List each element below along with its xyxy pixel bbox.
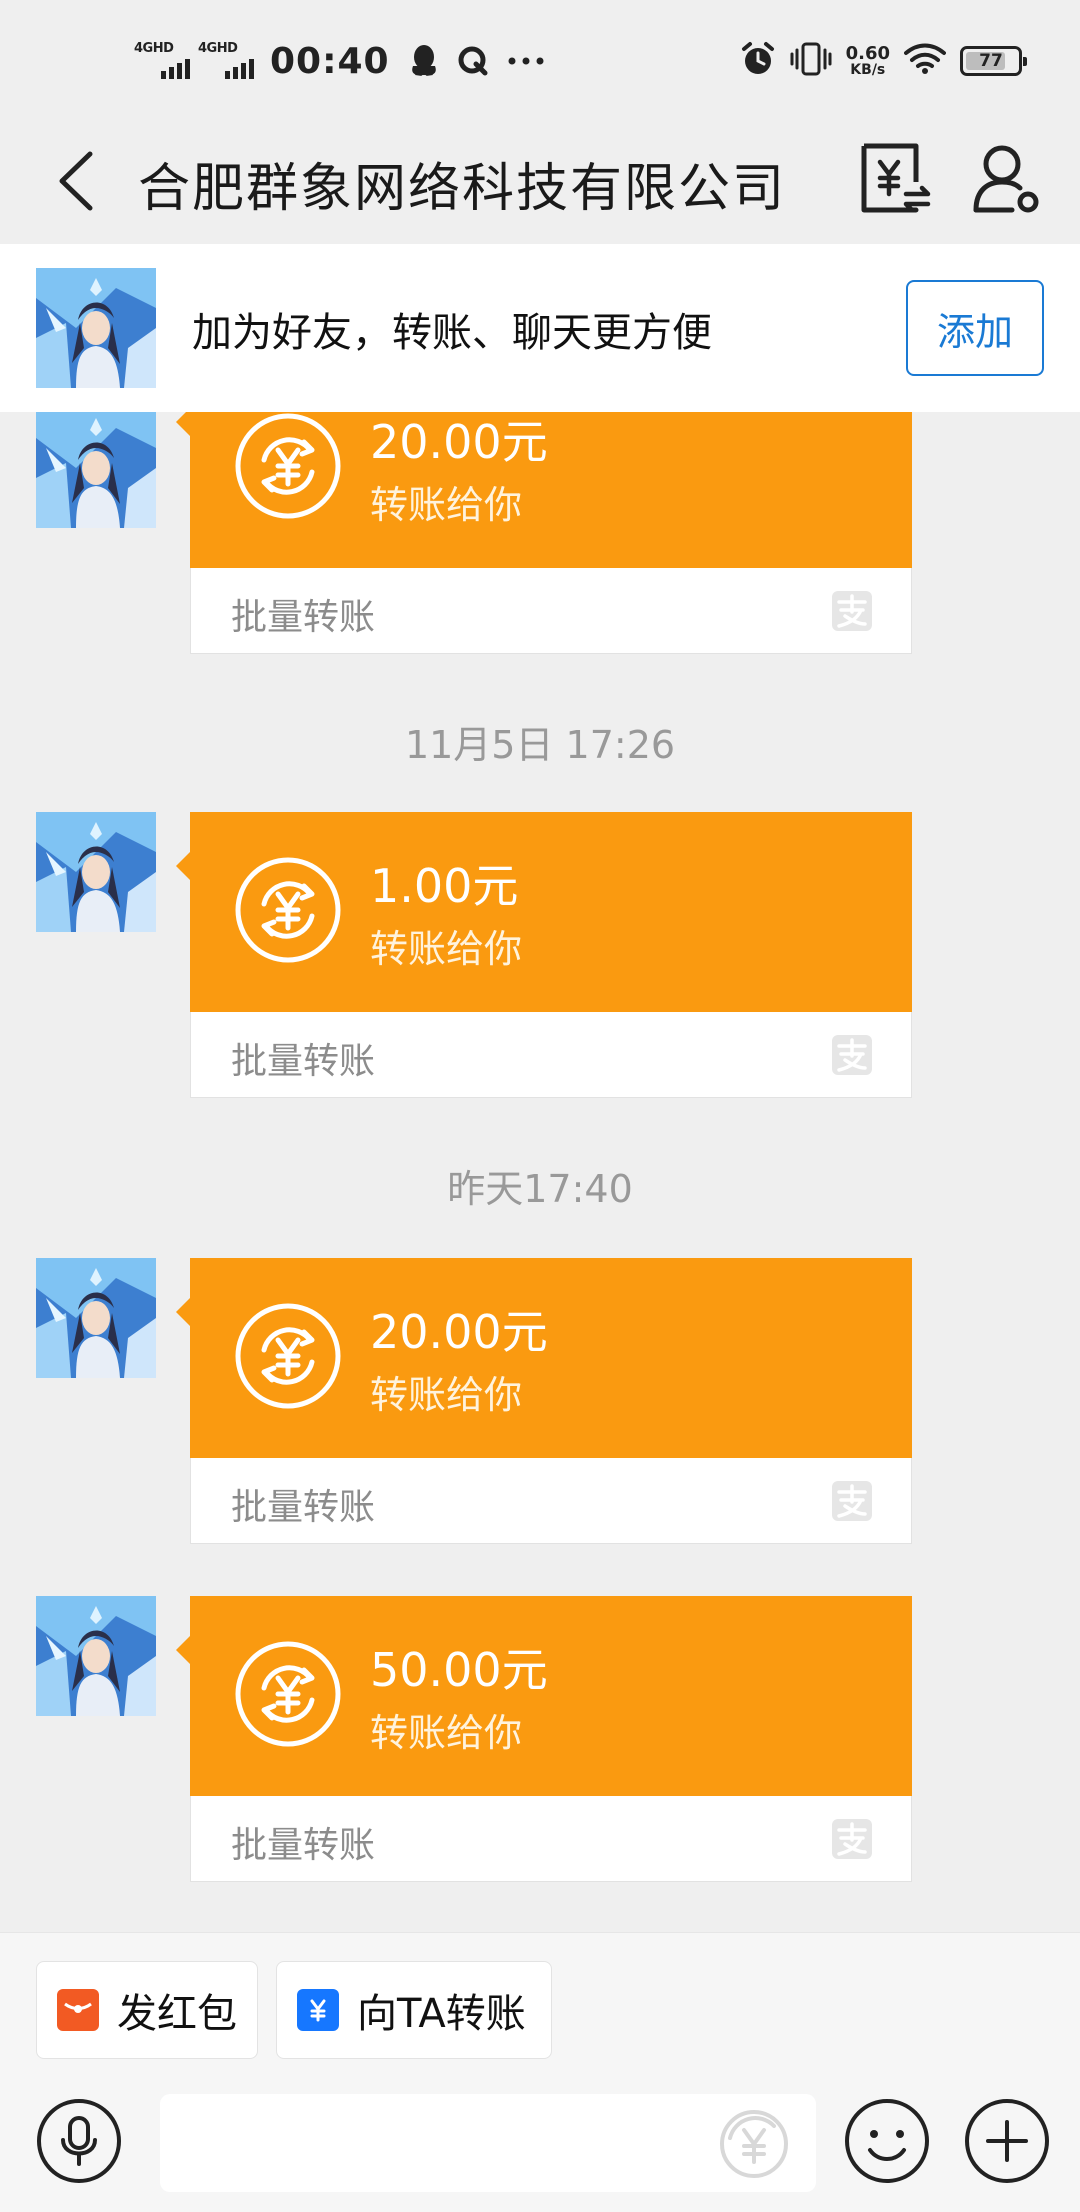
sender-avatar[interactable]: [36, 1258, 156, 1378]
transfer-card-header: 1.00元 转账给你: [176, 812, 912, 1012]
transfer-type-label: 批量转账: [231, 597, 376, 638]
battery-indicator: 77: [960, 46, 1027, 76]
transfer-yen-icon: [297, 1989, 339, 2031]
message-timestamp: 昨天17:40: [447, 1167, 633, 1211]
transfer-card[interactable]: 1.00元 转账给你 批量转账: [176, 812, 912, 1098]
transfer-coin-icon: [234, 856, 342, 964]
transfer-subtitle: 转账给你: [370, 927, 523, 971]
chat-message-list[interactable]: 20.00元 转账给你 批量转账 11月5日 17:26 1.00元 转账给你 …: [0, 244, 1080, 1932]
transfer-card-footer: 批量转账: [190, 568, 912, 654]
vibrate-icon: [790, 42, 832, 80]
browser-q-icon: [458, 46, 488, 76]
transfer-card[interactable]: 20.00元 转账给你 批量转账: [176, 1258, 912, 1544]
status-bar: 4GHD 4GHD 00:40 0.60 KB/s 77: [0, 0, 1080, 118]
profile-button[interactable]: [972, 140, 1042, 220]
transfer-card-footer: 批量转账: [190, 1796, 912, 1882]
sender-avatar[interactable]: [36, 1596, 156, 1716]
transfer-type-label: 批量转账: [231, 1487, 376, 1528]
network-type-label-2: 4GHD: [198, 41, 238, 56]
signal-bars-icon: [225, 59, 254, 79]
contact-avatar[interactable]: [36, 268, 156, 388]
sender-avatar[interactable]: [36, 812, 156, 932]
back-button[interactable]: [54, 148, 100, 214]
send-red-packet-label: 发红包: [117, 1991, 237, 2037]
transfer-subtitle: 转账给你: [370, 1711, 523, 1755]
sender-avatar[interactable]: [36, 408, 156, 528]
bill-transfer-icon: [861, 143, 931, 213]
transfer-type-label: 批量转账: [231, 1041, 376, 1082]
transfer-coin-icon: [234, 412, 342, 520]
alipay-icon: [831, 1034, 873, 1076]
alipay-icon: [831, 1480, 873, 1522]
alipay-icon: [831, 590, 873, 632]
qq-penguin-icon: [410, 44, 438, 78]
wifi-icon: [904, 43, 946, 79]
chevron-left-icon: [59, 151, 93, 211]
battery-level: 77: [979, 51, 1003, 71]
transfer-coin-icon: [234, 1302, 342, 1410]
plus-icon: [965, 2099, 1049, 2183]
more-actions-button[interactable]: [964, 2098, 1050, 2184]
add-friend-button[interactable]: 添加: [906, 280, 1044, 376]
transfer-card-header: 20.00元 转账给你: [176, 1258, 912, 1458]
message-input-field[interactable]: [160, 2094, 816, 2192]
signal-bars-icon: [161, 59, 190, 79]
network-speed-unit: KB/s: [850, 62, 886, 78]
cellular-signal-1: 4GHD: [134, 41, 190, 81]
transfer-to-them-button[interactable]: 向TA转账: [276, 1961, 552, 2059]
add-friend-message: 加为好友，转账、聊天更方便: [192, 310, 712, 356]
page-title: 合肥群象网络科技有限公司: [138, 159, 787, 219]
transfer-amount: 50.00元: [370, 1643, 548, 1697]
transfer-subtitle: 转账给你: [370, 483, 523, 527]
voice-button[interactable]: [36, 2098, 122, 2184]
transfer-amount: 20.00元: [370, 415, 548, 469]
transfer-shortcut-icon[interactable]: [716, 2106, 792, 2182]
add-friend-banner: 加为好友，转账、聊天更方便 添加: [0, 244, 1080, 412]
cellular-signal-2: 4GHD: [198, 41, 254, 81]
transfer-card[interactable]: 50.00元 转账给你 批量转账: [176, 1596, 912, 1882]
alarm-icon: [740, 41, 776, 81]
message-input[interactable]: [180, 2104, 700, 2182]
microphone-icon: [37, 2099, 121, 2183]
transfer-card-footer: 批量转账: [190, 1012, 912, 1098]
transfer-card-footer: 批量转账: [190, 1458, 912, 1544]
network-type-label-1: 4GHD: [134, 41, 174, 56]
transfer-type-label: 批量转账: [231, 1825, 376, 1866]
network-speed-value: 0.60: [845, 43, 890, 64]
emoji-button[interactable]: [844, 2098, 930, 2184]
chat-header: 合肥群象网络科技有限公司: [0, 118, 1080, 244]
user-settings-icon: [973, 145, 1039, 213]
quick-actions-bar: 发红包 向TA转账: [0, 1932, 1080, 2082]
bill-button[interactable]: [858, 138, 932, 222]
send-red-packet-button[interactable]: 发红包: [36, 1961, 258, 2059]
message-timestamp: 11月5日 17:26: [404, 723, 676, 767]
more-notifications-icon: [508, 56, 544, 66]
transfer-subtitle: 转账给你: [370, 1373, 523, 1417]
transfer-card-header: 50.00元 转账给你: [176, 1596, 912, 1796]
alipay-icon: [831, 1818, 873, 1860]
network-speed: 0.60 KB/s: [845, 43, 890, 78]
transfer-coin-icon: [234, 1640, 342, 1748]
red-packet-icon: [57, 1989, 99, 2031]
input-bar: [0, 2082, 1080, 2212]
transfer-to-them-label: 向TA转账: [357, 1991, 526, 2037]
transfer-amount: 1.00元: [370, 859, 519, 913]
emoji-icon: [845, 2099, 929, 2183]
clock: 00:40: [270, 40, 390, 82]
transfer-amount: 20.00元: [370, 1305, 548, 1359]
